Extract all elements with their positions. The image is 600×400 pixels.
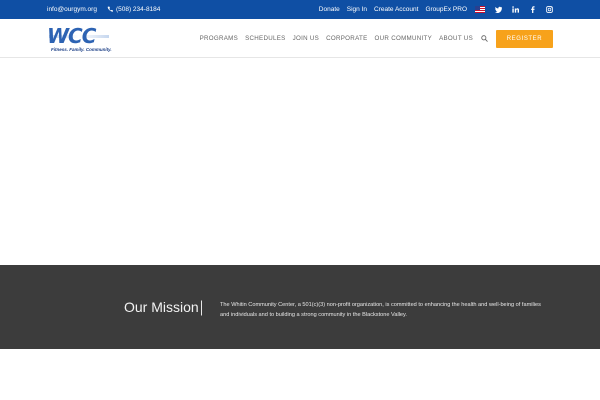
twitter-icon[interactable] — [494, 6, 502, 14]
us-flag-icon[interactable] — [475, 6, 485, 13]
mission-text: The Whitin Community Center, a 501(c)(3)… — [220, 302, 541, 318]
phone-link[interactable]: (508) 234-8184 — [107, 6, 160, 14]
phone-icon — [107, 6, 113, 14]
hero-section — [0, 59, 600, 265]
main-header: WCC Fitness. Family. Community. PROGRAMS… — [0, 19, 600, 58]
mission-title: Our Mission — [124, 299, 199, 315]
mission-section: Our Mission The Whitin Community Center,… — [0, 265, 600, 349]
nav-our-community[interactable]: OUR COMMUNITY — [375, 35, 433, 42]
nav-corporate[interactable]: CORPORATE — [326, 35, 367, 42]
nav-schedules[interactable]: SCHEDULES — [245, 35, 286, 42]
mission-divider — [201, 300, 202, 316]
instagram-icon[interactable] — [545, 6, 553, 14]
logo-letters: WCC — [47, 24, 96, 48]
phone-number: (508) 234-8184 — [115, 6, 161, 13]
page-bottom — [0, 349, 600, 400]
wcc-logo[interactable]: WCC Fitness. Family. Community. — [47, 24, 112, 54]
search-icon[interactable] — [480, 35, 488, 43]
nav-join-us[interactable]: JOIN US — [293, 35, 320, 42]
linkedin-icon[interactable] — [511, 6, 519, 14]
top-utility-bar: info@ourgym.org (508) 234-8184 Donate Si… — [0, 0, 600, 19]
logo-tagline: Fitness. Family. Community. — [51, 47, 112, 52]
donate-link[interactable]: Donate — [319, 6, 340, 13]
groupex-pro-link[interactable]: GroupEx PRO — [425, 6, 467, 13]
main-nav: PROGRAMS SCHEDULES JOIN US CORPORATE OUR… — [193, 19, 488, 58]
contact-info: info@ourgym.org (508) 234-8184 — [47, 0, 160, 19]
account-links: Donate Sign In Create Account GroupEx PR… — [312, 0, 553, 19]
register-button[interactable]: REGISTER — [496, 30, 553, 48]
nav-programs[interactable]: PROGRAMS — [200, 35, 239, 42]
email-link[interactable]: info@ourgym.org — [47, 6, 97, 13]
sign-in-link[interactable]: Sign In — [347, 6, 367, 13]
create-account-link[interactable]: Create Account — [374, 6, 418, 13]
facebook-icon[interactable] — [528, 6, 536, 14]
nav-about-us[interactable]: ABOUT US — [439, 35, 473, 42]
